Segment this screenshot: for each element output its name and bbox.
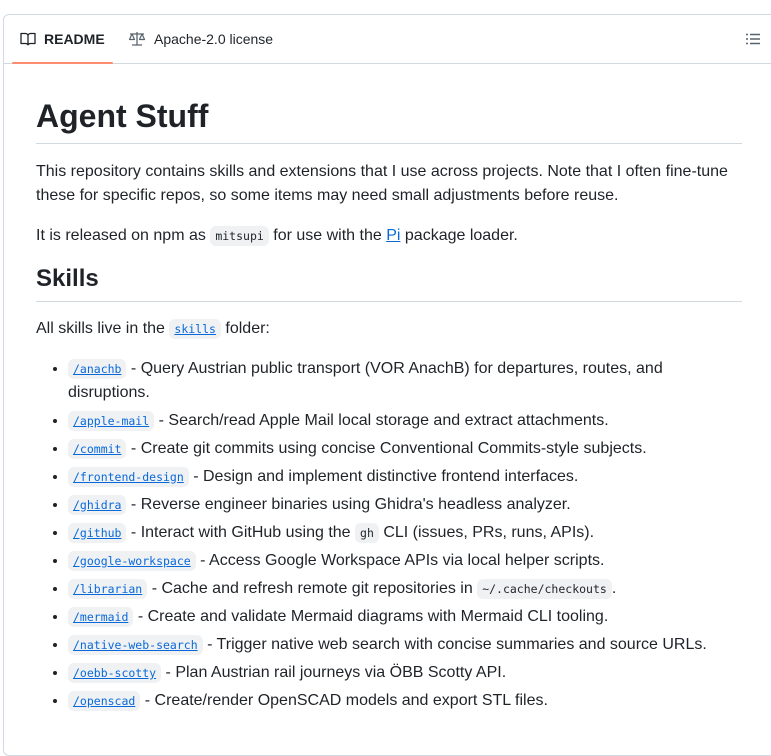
skill-link[interactable]: /anachb xyxy=(68,359,127,379)
skill-list-item: /openscad - Create/render OpenSCAD model… xyxy=(68,689,742,713)
skill-link[interactable]: /github xyxy=(68,523,127,543)
skill-description-end: . xyxy=(611,580,617,597)
skill-name-code: /openscad xyxy=(68,691,141,711)
skill-name-code: /google-workspace xyxy=(68,551,196,571)
tab-license-label: Apache-2.0 license xyxy=(154,31,274,47)
skill-list-item: /github - Interact with GitHub using the… xyxy=(68,521,742,545)
skill-description: - Query Austrian public transport (VOR A… xyxy=(68,360,663,401)
skill-list-item: /mermaid - Create and validate Mermaid d… xyxy=(68,605,742,629)
skill-link[interactable]: /openscad xyxy=(68,691,141,711)
skill-description: - Search/read Apple Mail local storage a… xyxy=(154,412,609,429)
skill-link[interactable]: /commit xyxy=(68,439,127,459)
skill-list-item: /apple-mail - Search/read Apple Mail loc… xyxy=(68,409,742,433)
skill-name-code: /frontend-design xyxy=(68,467,189,487)
skill-name-code: /mermaid xyxy=(68,607,134,627)
skill-link[interactable]: /ghidra xyxy=(68,495,127,515)
outline-button[interactable] xyxy=(744,30,762,48)
skill-link[interactable]: /native-web-search xyxy=(68,635,203,655)
skills-heading: Skills xyxy=(36,264,742,302)
readme-content: Agent Stuff This repository contains ski… xyxy=(36,97,742,713)
skills-folder-code: skills xyxy=(169,319,221,339)
book-icon xyxy=(20,32,36,46)
skill-link[interactable]: /google-workspace xyxy=(68,551,196,571)
skill-description-end: CLI (issues, PRs, runs, APIs). xyxy=(378,524,595,541)
pi-link[interactable]: Pi xyxy=(386,227,400,244)
law-scale-icon xyxy=(128,32,146,46)
inline-code: gh xyxy=(355,523,379,543)
skills-intro-prefix: All skills live in the xyxy=(36,320,165,337)
skill-description: - Plan Austrian rail journeys via ÖBB Sc… xyxy=(161,664,507,681)
skill-list-item: /commit - Create git commits using conci… xyxy=(68,437,742,461)
skill-link[interactable]: /oebb-scotty xyxy=(68,663,162,683)
skill-name-code: /commit xyxy=(68,439,127,459)
readme-panel: README Apache-2.0 license Agent Stuff Th… xyxy=(3,14,771,756)
skill-list-item: /native-web-search - Trigger native web … xyxy=(68,633,742,657)
skills-intro: All skills live in the skills folder: xyxy=(36,317,742,341)
skill-name-code: /apple-mail xyxy=(68,411,155,431)
skill-description: - Access Google Workspace APIs via local… xyxy=(195,552,605,569)
skill-description: - Cache and refresh remote git repositor… xyxy=(147,580,478,597)
tab-readme-label: README xyxy=(44,31,105,47)
skills-folder-link[interactable]: skills xyxy=(169,319,221,339)
release-middle: for use with the xyxy=(273,227,382,244)
release-prefix: It is released on npm as xyxy=(36,227,206,244)
tab-readme[interactable]: README xyxy=(12,15,113,64)
skill-list-item: /ghidra - Reverse engineer binaries usin… xyxy=(68,493,742,517)
skill-name-code: /anachb xyxy=(68,359,127,379)
release-suffix: package loader. xyxy=(404,227,518,244)
skill-link[interactable]: /frontend-design xyxy=(68,467,189,487)
skill-link[interactable]: /apple-mail xyxy=(68,411,155,431)
skill-list-item: /oebb-scotty - Plan Austrian rail journe… xyxy=(68,661,742,685)
skill-description: - Create and validate Mermaid diagrams w… xyxy=(133,608,609,625)
release-paragraph: It is released on npm as mitsupi for use… xyxy=(36,224,742,248)
skill-name-code: /native-web-search xyxy=(68,635,203,655)
skills-intro-suffix: folder: xyxy=(225,320,270,337)
readme-tab-bar: README Apache-2.0 license xyxy=(4,15,771,64)
skill-description: - Create/render OpenSCAD models and expo… xyxy=(140,692,548,709)
tab-license[interactable]: Apache-2.0 license xyxy=(120,15,281,63)
intro-paragraph: This repository contains skills and exte… xyxy=(36,163,728,204)
skill-name-code: /github xyxy=(68,523,127,543)
skill-link[interactable]: /mermaid xyxy=(68,607,134,627)
skill-link[interactable]: /librarian xyxy=(68,579,148,599)
skill-name-code: /librarian xyxy=(68,579,148,599)
skill-list-item: /google-workspace - Access Google Worksp… xyxy=(68,549,742,573)
skill-description: - Interact with GitHub using the xyxy=(126,524,356,541)
skill-name-code: /ghidra xyxy=(68,495,127,515)
skill-description: - Trigger native web search with concise… xyxy=(202,636,707,653)
package-code: mitsupi xyxy=(210,226,269,246)
skill-description: - Create git commits using concise Conve… xyxy=(126,440,647,457)
list-unordered-icon xyxy=(746,33,760,45)
inline-code: ~/.cache/checkouts xyxy=(477,579,612,599)
skills-list: /anachb - Query Austrian public transpor… xyxy=(36,357,742,713)
skill-list-item: /frontend-design - Design and implement … xyxy=(68,465,742,489)
skill-description: - Design and implement distinctive front… xyxy=(188,468,579,485)
skill-list-item: /librarian - Cache and refresh remote gi… xyxy=(68,577,742,601)
skill-name-code: /oebb-scotty xyxy=(68,663,162,683)
skill-description: - Reverse engineer binaries using Ghidra… xyxy=(126,496,571,513)
readme-title: Agent Stuff xyxy=(36,97,742,144)
skill-list-item: /anachb - Query Austrian public transpor… xyxy=(68,357,742,405)
